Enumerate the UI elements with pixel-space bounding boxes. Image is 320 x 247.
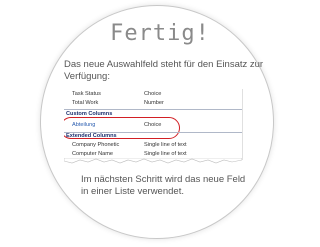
column-name: Computer Name: [72, 151, 114, 157]
outro-text: Im nächsten Schritt wird das neue Feld i…: [81, 174, 246, 197]
section-heading-extended: Extended Columns: [66, 133, 117, 139]
table-row: Task Status Choice: [68, 91, 238, 99]
column-type: Single line of text: [144, 142, 187, 148]
columns-screenshot: Task Status Choice Total Work Number Cus…: [64, 89, 243, 160]
column-name: Task Status: [72, 91, 101, 97]
column-name: Total Work: [72, 100, 99, 106]
column-type: Single line of text: [144, 151, 187, 157]
divider: [64, 109, 242, 110]
table-row: Total Work Number: [68, 100, 238, 108]
table-row: Company Phonetic Single line of text: [68, 142, 238, 150]
intro-text: Das neue Auswahlfeld steht für den Einsa…: [64, 59, 264, 82]
column-type: Number: [144, 100, 164, 106]
column-name: Company Phonetic: [72, 142, 120, 148]
column-type: Choice: [144, 91, 162, 97]
page-title: Fertig!: [110, 21, 210, 46]
torn-edge: [64, 158, 242, 164]
